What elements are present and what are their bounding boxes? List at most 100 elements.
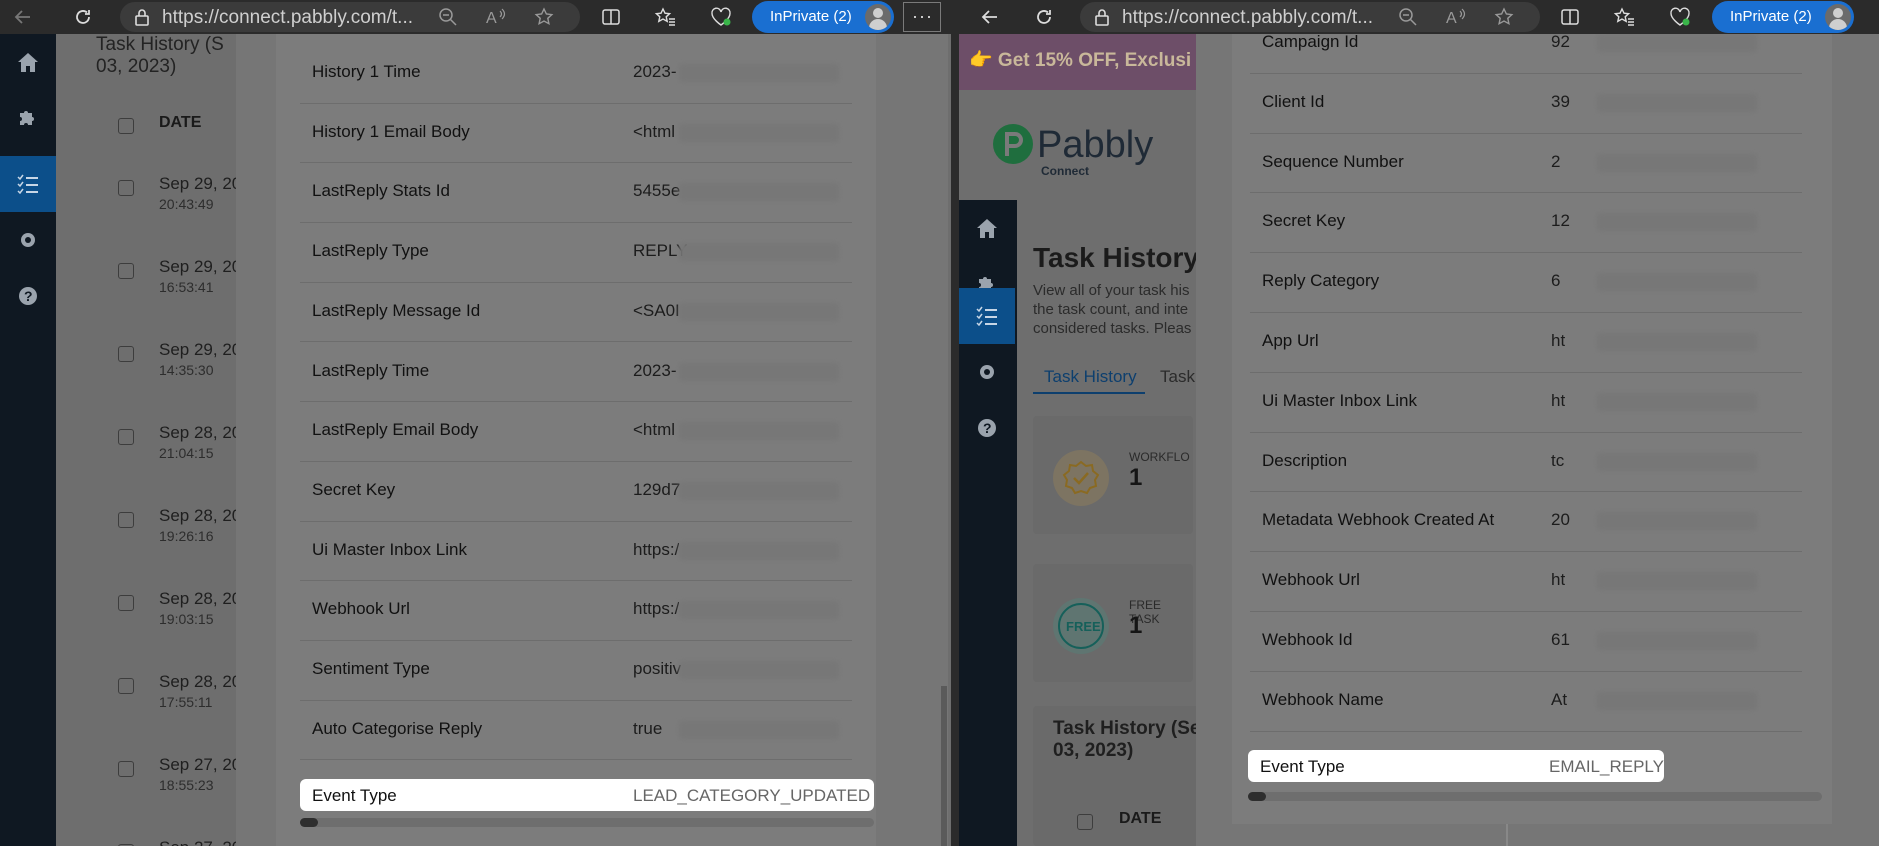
- detail-row-label: LastReply Email Body: [312, 420, 479, 440]
- refresh-icon[interactable]: [1031, 4, 1057, 30]
- row-date: Sep 29, 20: [159, 340, 242, 359]
- row-checkbox[interactable]: [118, 678, 134, 694]
- detail-row-label: Webhook Url: [312, 599, 410, 619]
- nav-sidebar: ?: [0, 34, 56, 846]
- vertical-scrollbar[interactable]: [941, 686, 947, 846]
- row-checkbox[interactable]: [118, 595, 134, 611]
- row-time: 21:04:15: [159, 445, 214, 461]
- inprivate-button[interactable]: InPrivate (2): [752, 1, 894, 33]
- nav-help[interactable]: ?: [0, 268, 56, 324]
- detail-row: LastReply Type REPLY: [300, 223, 852, 283]
- detail-row: LastReply Email Body <html: [300, 402, 852, 462]
- nav-task-history[interactable]: [959, 288, 1015, 344]
- redacted-value: [1597, 452, 1757, 471]
- detail-row: Webhook Name At: [1250, 672, 1802, 732]
- browser-essentials-icon[interactable]: [708, 4, 734, 30]
- detail-row-label: Reply Category: [1262, 271, 1380, 291]
- redacted-value: [679, 123, 839, 142]
- row-checkbox[interactable]: [118, 180, 134, 196]
- detail-row-value: 2: [1551, 151, 1561, 171]
- address-bar[interactable]: https://connect.pabbly.com/t... A: [1080, 2, 1540, 32]
- lock-icon: [1094, 8, 1110, 31]
- detail-row-value: https:/: [633, 599, 680, 619]
- detail-row-value: 2023-: [633, 360, 677, 380]
- favorites-icon[interactable]: [652, 4, 678, 30]
- horizontal-scrollbar[interactable]: [1248, 792, 1822, 801]
- row-date: Sep 27, 20: [159, 838, 241, 846]
- row-checkbox[interactable]: [118, 761, 134, 777]
- svg-text:A: A: [486, 10, 497, 27]
- detail-row-value: 5455e: [633, 181, 681, 201]
- nav-home[interactable]: [959, 200, 1015, 256]
- favorites-icon[interactable]: [1611, 4, 1637, 30]
- nav-integrations[interactable]: [0, 90, 56, 146]
- detail-row: Description tc: [1250, 433, 1802, 493]
- redacted-value: [1597, 512, 1757, 531]
- address-bar[interactable]: https://connect.pabbly.com/t... A: [120, 2, 580, 32]
- detail-row-value: <html: [633, 121, 676, 141]
- detail-row-label: LastReply Message Id: [312, 300, 481, 320]
- redacted-value: [679, 541, 839, 560]
- detail-row-value: ht: [1551, 331, 1566, 350]
- row-date: Sep 29, 20: [159, 174, 242, 193]
- back-arrow-icon[interactable]: [10, 4, 36, 30]
- pabbly-logo[interactable]: Pabbly Connect: [991, 122, 1153, 178]
- pabbly-logo-subtext: Connect: [1041, 164, 1089, 178]
- read-aloud-icon[interactable]: A: [1446, 7, 1468, 32]
- detail-row: Webhook Url ht: [1250, 552, 1802, 612]
- free-badge-icon: FREE: [1053, 598, 1109, 654]
- more-menu-button[interactable]: ···: [903, 2, 941, 32]
- row-checkbox[interactable]: [118, 263, 134, 279]
- page-content: ? Task History (S 03, 2023) DATE Sep 29,…: [0, 34, 951, 846]
- read-aloud-icon[interactable]: A: [486, 7, 508, 32]
- bottom-date-header: DATE: [1119, 810, 1162, 827]
- redacted-value: [679, 243, 839, 262]
- detail-row: LastReply Stats Id 5455e: [300, 163, 852, 224]
- promo-banner[interactable]: 👉 Get 15% OFF, Exclusi: [959, 34, 1199, 90]
- tab-task-history[interactable]: Task History: [1044, 367, 1137, 387]
- detail-row-label: History 1 Time: [312, 62, 421, 81]
- select-all-checkbox[interactable]: [118, 118, 134, 134]
- detail-row-label: Description: [1262, 450, 1348, 470]
- horizontal-scrollbar[interactable]: [300, 818, 874, 827]
- detail-row-value: positiv: [633, 659, 682, 678]
- event-type-label: Event Type: [312, 786, 397, 805]
- nav-home[interactable]: [0, 34, 56, 90]
- pabbly-logo-icon: [993, 124, 1033, 164]
- refresh-icon[interactable]: [70, 4, 96, 30]
- inprivate-button[interactable]: InPrivate (2): [1712, 1, 1854, 33]
- tab-other[interactable]: Task: [1160, 367, 1195, 387]
- row-checkbox[interactable]: [118, 346, 134, 362]
- detail-row-label: Ui Master Inbox Link: [312, 539, 467, 559]
- workflow-card-label: WORKFLO: [1129, 450, 1190, 464]
- nav-settings[interactable]: [959, 344, 1015, 400]
- detail-row-value: 61: [1551, 630, 1570, 649]
- nav-settings[interactable]: [0, 212, 56, 268]
- detail-row-value: 6: [1551, 271, 1561, 291]
- row-checkbox[interactable]: [118, 429, 134, 445]
- browser-essentials-icon[interactable]: [1667, 4, 1693, 30]
- select-all-checkbox[interactable]: [1077, 814, 1093, 830]
- back-arrow-icon[interactable]: [977, 4, 1003, 30]
- detail-card-right: Campaign Id 92 Client Id 39 Sequence Number 2…: [1232, 34, 1832, 824]
- detail-row-value: https:/: [633, 539, 680, 559]
- zoom-out-icon[interactable]: [438, 7, 458, 32]
- bg-desc-2: the task count, and inte: [1033, 301, 1189, 318]
- nav-help[interactable]: ?: [959, 400, 1015, 456]
- favorite-star-icon[interactable]: [1494, 7, 1514, 32]
- favorite-star-icon[interactable]: [534, 7, 554, 32]
- split-screen-icon[interactable]: [1557, 4, 1583, 30]
- detail-row-value: ht: [1551, 390, 1566, 410]
- zoom-out-icon[interactable]: [1398, 7, 1418, 32]
- bg-page-title: Task History: [1033, 242, 1199, 273]
- split-screen-icon[interactable]: [598, 4, 624, 30]
- row-time: 17:55:11: [159, 694, 213, 710]
- redacted-value: [1597, 632, 1757, 650]
- nav-task-history[interactable]: [0, 156, 56, 212]
- row-checkbox[interactable]: [118, 512, 134, 528]
- url-text: https://connect.pabbly.com/t...: [162, 7, 413, 28]
- detail-row-value: true: [633, 718, 663, 738]
- detail-row-label: Webhook Url: [1262, 570, 1360, 590]
- svg-text:?: ?: [983, 420, 992, 436]
- detail-row: Metadata Webhook Created At 20: [1250, 492, 1802, 553]
